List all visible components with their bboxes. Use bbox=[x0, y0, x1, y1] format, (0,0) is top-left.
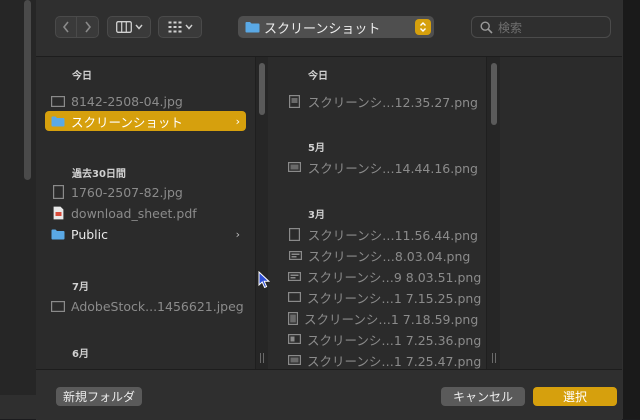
view-mode-button[interactable] bbox=[107, 16, 151, 38]
pdf-file-icon bbox=[51, 206, 65, 220]
image-file-icon bbox=[288, 311, 298, 325]
new-folder-button[interactable]: 新規フォルダ bbox=[56, 387, 142, 406]
chevron-right-icon: › bbox=[235, 114, 240, 128]
column-2: 今日 スクリーンシ…12.35.27.png 5月 スクリーンシ…14.44.1… bbox=[268, 57, 486, 369]
file-name: スクリーンシ…8.03.04.png bbox=[308, 248, 471, 264]
search-icon bbox=[480, 21, 493, 34]
image-file-icon bbox=[51, 185, 65, 199]
location-stepper[interactable] bbox=[415, 19, 431, 35]
list-item[interactable]: スクリーンシ…11.56.44.png bbox=[288, 224, 478, 244]
column-view-icon bbox=[115, 21, 132, 33]
background-scrollbar[interactable] bbox=[24, 0, 31, 180]
chevron-right-icon: › bbox=[235, 227, 240, 241]
folder-icon bbox=[51, 114, 65, 128]
up-down-chevron-icon bbox=[420, 22, 426, 32]
file-name: スクリーンシ…11.56.44.png bbox=[307, 227, 478, 243]
list-item[interactable]: スクリーンシ…1 7.15.25.png bbox=[288, 287, 482, 307]
section-header: 3月 bbox=[308, 210, 325, 221]
image-file-icon bbox=[288, 160, 302, 174]
column-3 bbox=[500, 57, 622, 369]
file-name: スクリーンシ…14.44.16.png bbox=[307, 160, 478, 176]
file-name: スクリーンシ…12.35.27.png bbox=[307, 94, 478, 110]
search-field[interactable]: 検索 bbox=[471, 16, 611, 38]
file-name: download_sheet.pdf bbox=[71, 205, 197, 221]
forward-button[interactable] bbox=[77, 16, 99, 38]
background-window-edge bbox=[0, 0, 36, 419]
list-item[interactable]: download_sheet.pdf bbox=[51, 203, 246, 223]
list-item[interactable]: AdobeStock...1456621.jpeg bbox=[51, 296, 246, 316]
file-open-dialog: スクリーンショット 検索 今日 8142-2508-04.jpg スクリーンショ… bbox=[36, 0, 622, 420]
file-name: スクリーンシ…1 7.25.47.png bbox=[307, 353, 482, 369]
list-item[interactable]: スクリーンシ…14.44.16.png bbox=[288, 157, 478, 177]
list-item[interactable]: スクリーンシ…1 7.25.47.png bbox=[288, 350, 482, 370]
dialog-footer: 新規フォルダ キャンセル 選択 bbox=[36, 369, 622, 420]
column-2-scrollbar[interactable] bbox=[486, 57, 500, 369]
image-file-icon bbox=[51, 94, 65, 108]
section-header: 過去30日間 bbox=[72, 169, 126, 180]
location-label: スクリーンショット bbox=[264, 21, 381, 37]
file-name: スクリーンシ…1 7.18.59.png bbox=[304, 311, 479, 327]
column-1-scrollbar[interactable] bbox=[255, 57, 268, 369]
section-header: 6月 bbox=[72, 349, 89, 360]
list-item[interactable]: Public › bbox=[51, 224, 246, 244]
folder-icon bbox=[51, 227, 65, 241]
location-popup[interactable]: スクリーンショット bbox=[238, 16, 434, 38]
list-item-selected[interactable]: スクリーンショット › bbox=[45, 111, 246, 131]
section-header: 今日 bbox=[308, 71, 328, 82]
grid-icon bbox=[168, 21, 181, 33]
image-file-icon bbox=[51, 299, 65, 313]
list-item[interactable]: スクリーンシ…1 7.25.36.png bbox=[288, 329, 482, 349]
list-item[interactable]: 1760-2507-82.jpg bbox=[51, 182, 246, 202]
dialog-toolbar: スクリーンショット 検索 bbox=[36, 0, 622, 57]
file-name: 1760-2507-82.jpg bbox=[71, 184, 183, 200]
scroll-thumb[interactable] bbox=[491, 63, 497, 125]
folder-name: スクリーンショット bbox=[71, 114, 183, 130]
chevron-down-icon bbox=[134, 24, 143, 30]
column-1: 今日 8142-2508-04.jpg スクリーンショット › 過去30日間 1… bbox=[36, 57, 255, 369]
chevron-right-icon bbox=[84, 21, 91, 33]
image-file-icon bbox=[288, 248, 302, 262]
file-name: スクリーンシ…1 7.25.36.png bbox=[307, 332, 482, 348]
column-resize-handle[interactable] bbox=[260, 353, 264, 363]
section-header: 7月 bbox=[72, 282, 89, 293]
section-header: 今日 bbox=[72, 71, 92, 82]
column-resize-handle[interactable] bbox=[492, 353, 496, 363]
file-name: 8142-2508-04.jpg bbox=[71, 93, 183, 109]
background-strip bbox=[0, 395, 36, 419]
search-placeholder: 検索 bbox=[498, 20, 523, 35]
image-file-icon bbox=[288, 353, 301, 367]
image-file-icon bbox=[288, 290, 301, 304]
section-header: 5月 bbox=[308, 143, 325, 154]
cancel-button[interactable]: キャンセル bbox=[441, 387, 525, 406]
list-item[interactable]: スクリーンシ…9 8.03.51.png bbox=[288, 266, 482, 286]
file-name: スクリーンシ…9 8.03.51.png bbox=[307, 269, 482, 285]
list-item[interactable]: スクリーンシ…8.03.04.png bbox=[288, 245, 478, 265]
image-file-icon bbox=[288, 227, 302, 241]
mouse-cursor-icon bbox=[258, 271, 270, 289]
image-file-icon bbox=[288, 269, 301, 283]
list-item[interactable]: スクリーンシ…1 7.18.59.png bbox=[288, 308, 478, 328]
choose-button[interactable]: 選択 bbox=[533, 387, 617, 406]
scroll-thumb[interactable] bbox=[259, 63, 265, 115]
file-name: スクリーンシ…1 7.15.25.png bbox=[307, 290, 482, 306]
chevron-left-icon bbox=[62, 21, 69, 33]
folder-name: Public bbox=[71, 226, 108, 242]
image-file-icon bbox=[288, 332, 301, 346]
chevron-down-icon bbox=[184, 24, 193, 30]
group-mode-button[interactable] bbox=[158, 16, 202, 38]
background-window-edge-right bbox=[622, 0, 640, 419]
image-file-icon bbox=[288, 94, 302, 108]
folder-icon bbox=[245, 22, 260, 33]
back-button[interactable] bbox=[55, 16, 77, 38]
list-item[interactable]: 8142-2508-04.jpg bbox=[51, 91, 246, 111]
file-name: AdobeStock...1456621.jpeg bbox=[71, 298, 244, 314]
list-item[interactable]: スクリーンシ…12.35.27.png bbox=[288, 91, 478, 111]
